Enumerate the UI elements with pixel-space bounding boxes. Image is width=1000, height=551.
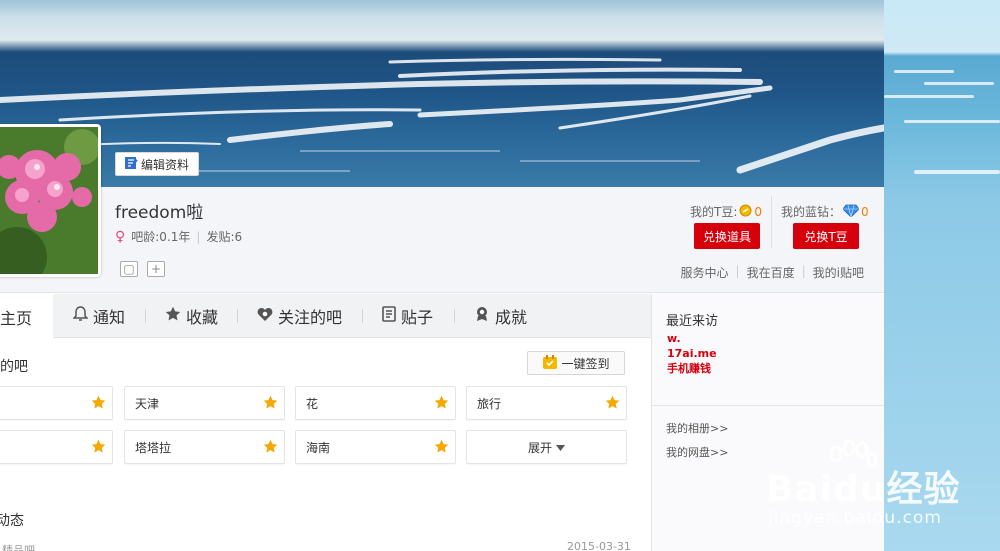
my-album-link[interactable]: 我的相册>> <box>666 420 728 436</box>
tdou-balance: 我的T豆: 0 <box>690 203 762 220</box>
tab-posts-label: 贴子 <box>401 308 434 327</box>
star-icon <box>263 439 278 457</box>
bar-tile[interactable]: 塔塔拉 <box>124 430 285 464</box>
tab-achievements[interactable]: 成就 <box>474 294 527 338</box>
visitor-ad-line: 手机赚钱 <box>667 362 711 375</box>
star-icon <box>605 395 620 413</box>
caret-down-icon <box>556 440 565 454</box>
divider <box>362 309 363 323</box>
card-icon[interactable]: ▢ <box>120 261 138 277</box>
bar-age: 吧龄:0.1年 <box>131 230 191 244</box>
tdou-value: 0 <box>754 204 763 219</box>
tab-home-label: 主页 <box>0 308 33 328</box>
bar-tile[interactable]: 旅行 <box>466 386 627 420</box>
main-column: 编辑资料 freedom啦 ♀ 吧龄:0.1年 | 发贴:6 ▢ + 我的T豆:… <box>0 0 884 551</box>
tab-favorites-label: 收藏 <box>186 308 219 327</box>
badge-icon <box>474 306 490 326</box>
edit-profile-label: 编辑资料 <box>141 157 190 172</box>
separator: | <box>801 264 806 278</box>
one-click-sign-button[interactable]: 一键签到 <box>527 351 625 375</box>
section-title-bars: 的吧 <box>0 359 28 375</box>
recent-visitors-title: 最近来访 <box>666 314 719 329</box>
add-icon[interactable]: + <box>147 261 165 277</box>
bar-tile[interactable]: 花 <box>295 386 456 420</box>
sign-label: 一键签到 <box>561 356 610 371</box>
female-icon: ♀ <box>115 228 126 245</box>
edit-icon <box>124 156 138 173</box>
expand-button[interactable]: 展开 <box>466 430 627 464</box>
divider <box>145 309 146 323</box>
tab-home[interactable]: 主页 <box>0 294 53 339</box>
visitor-ad-line: w. <box>667 332 681 345</box>
post-count: 发贴:6 <box>206 230 243 244</box>
avatar[interactable] <box>0 124 101 277</box>
heart-icon <box>257 307 273 326</box>
bar-name: 花 <box>306 396 319 411</box>
tab-favorites[interactable]: 收藏 <box>165 294 218 338</box>
star-icon <box>434 395 449 413</box>
tab-notifications-label: 通知 <box>93 308 126 327</box>
star-icon <box>434 439 449 457</box>
feed-item-bar[interactable]: 精品吧 <box>2 542 35 551</box>
star-icon <box>165 306 181 326</box>
diamond-value: 0 <box>861 204 869 219</box>
tab-notifications[interactable]: 通知 <box>72 294 126 338</box>
sign-icon <box>542 354 558 373</box>
bar-tile[interactable] <box>0 386 113 420</box>
tab-followed-bars-label: 关注的吧 <box>278 308 343 327</box>
profile-meta: ♀ 吧龄:0.1年 | 发贴:6 <box>115 228 242 245</box>
tdou-label: 我的T豆: <box>690 205 738 219</box>
watermark-text: Baidu经验 <box>766 469 961 510</box>
tab-achievements-label: 成就 <box>495 308 528 327</box>
feed-item-date: 2015-03-31 <box>567 540 631 551</box>
bar-name: 海南 <box>306 440 331 455</box>
username: freedom啦 <box>115 203 204 223</box>
exchange-items-button[interactable]: 兑换道具 <box>694 223 760 249</box>
my-itieba-link[interactable]: 我的i贴吧 <box>813 264 864 281</box>
service-links: 服务中心 | 我在百度 | 我的i贴吧 <box>681 264 864 281</box>
service-center-link[interactable]: 服务中心 <box>681 264 729 281</box>
divider <box>652 405 884 406</box>
bar-tile[interactable] <box>0 430 113 464</box>
diamond-icon <box>842 204 860 220</box>
document-icon <box>382 306 396 326</box>
divider <box>237 309 238 323</box>
exchange-tdou-button[interactable]: 兑换T豆 <box>793 223 859 249</box>
me-in-baidu-link[interactable]: 我在百度 <box>747 264 795 281</box>
tab-posts[interactable]: 贴子 <box>382 294 433 338</box>
star-icon <box>91 439 106 457</box>
diamond-label: 我的蓝钻： <box>781 205 842 219</box>
bar-tile[interactable]: 海南 <box>295 430 456 464</box>
bar-name: 塔塔拉 <box>135 440 172 455</box>
bar-name: 旅行 <box>477 396 502 411</box>
expand-label: 展开 <box>527 440 552 455</box>
star-icon <box>91 395 106 413</box>
divider <box>454 309 455 323</box>
bell-icon <box>72 306 89 326</box>
my-disk-link[interactable]: 我的网盘>> <box>666 444 728 460</box>
diamond-balance: 我的蓝钻： 0 <box>781 203 869 220</box>
visitor-ad-line: 17ai.me <box>667 347 717 360</box>
edit-profile-button[interactable]: 编辑资料 <box>115 152 199 176</box>
visitor-ad[interactable]: w. 17ai.me 手机赚钱 <box>667 331 717 376</box>
divider <box>771 196 772 248</box>
separator: | <box>735 264 740 278</box>
star-icon <box>263 395 278 413</box>
bar-tile[interactable]: 天津 <box>124 386 285 420</box>
tab-followed-bars[interactable]: 关注的吧 <box>257 294 342 338</box>
separator: | <box>196 229 201 244</box>
profile-tabs: 主页 通知 收藏 关注的吧 贴子 成就 <box>0 294 651 339</box>
bar-name: 天津 <box>135 396 160 411</box>
tdou-coin-icon <box>739 204 752 220</box>
profile-small-icons: ▢ + <box>120 261 165 277</box>
watermark-url: jingyan.baidu.com <box>768 508 942 528</box>
section-title-feed: 动态 <box>0 513 24 529</box>
